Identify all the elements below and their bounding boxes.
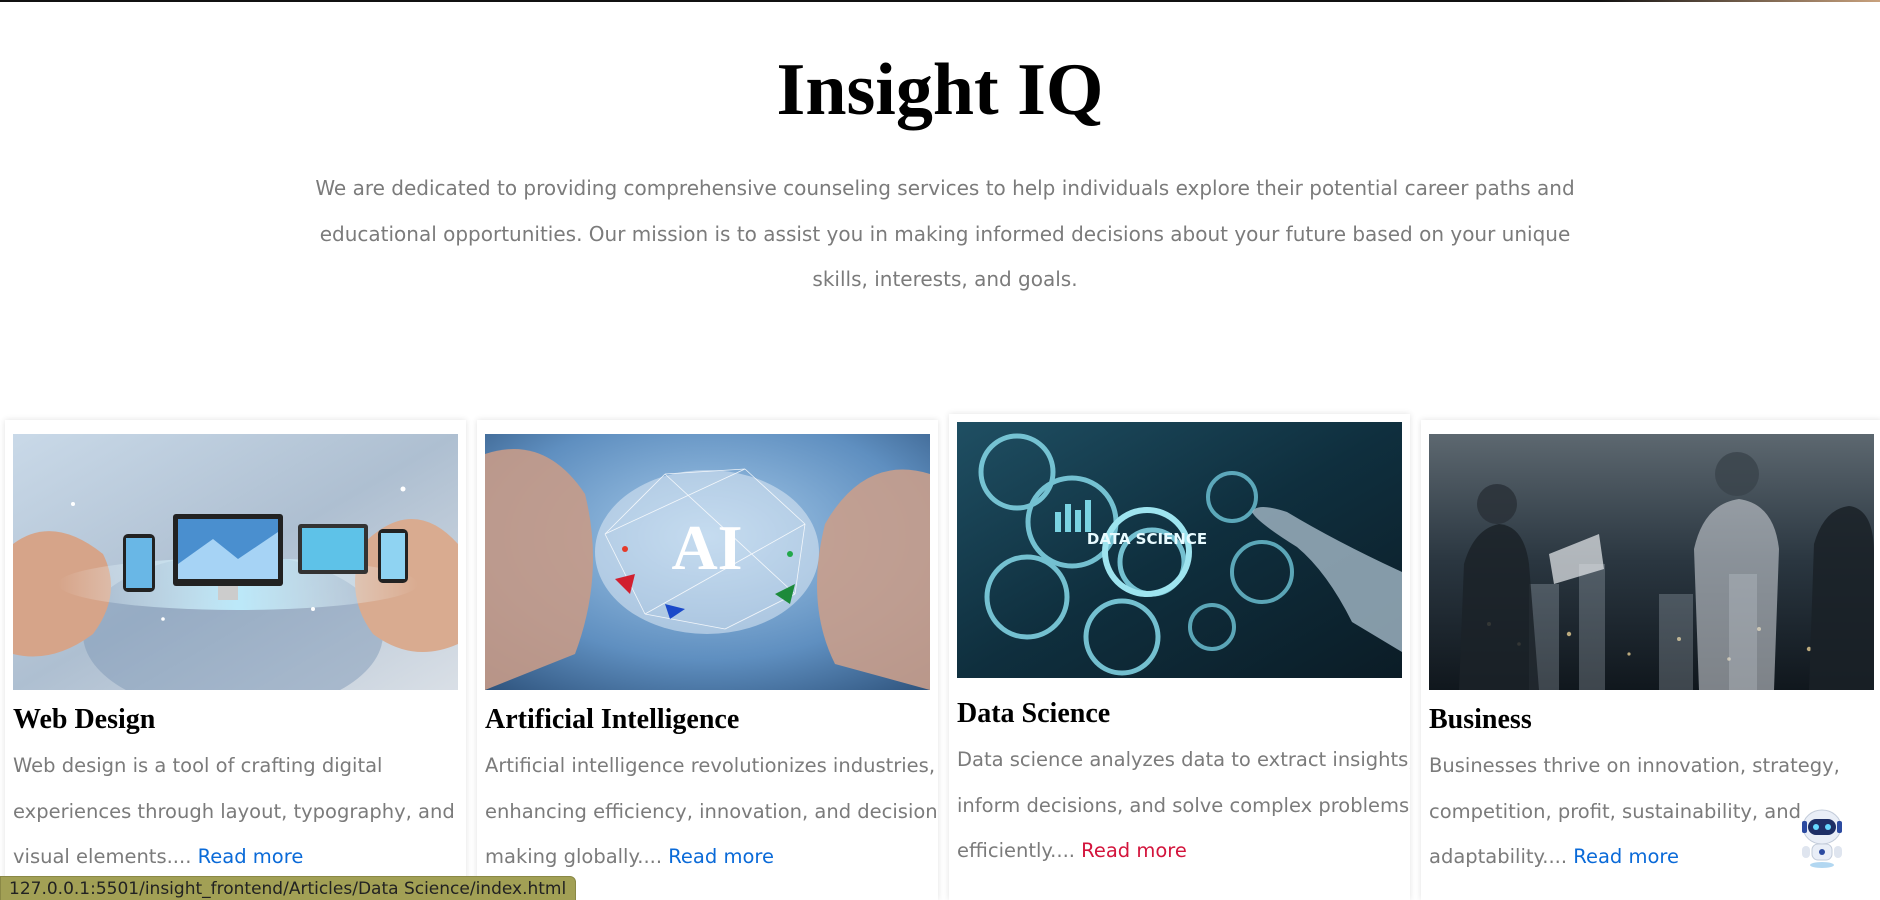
site-title: Insight IQ bbox=[776, 49, 1104, 131]
read-more-link[interactable]: Read more bbox=[1573, 845, 1679, 868]
business-image[interactable] bbox=[1429, 434, 1874, 690]
data-science-image[interactable]: DATA SCIENCE bbox=[957, 422, 1402, 678]
intro-paragraph: We are dedicated to providing comprehens… bbox=[315, 176, 1575, 291]
read-more-link[interactable]: Read more bbox=[1081, 839, 1187, 862]
ai-image-label: AI bbox=[671, 512, 742, 583]
web-design-image[interactable] bbox=[13, 434, 458, 690]
read-more-link[interactable]: Read more bbox=[668, 845, 774, 868]
browser-status-bar: 127.0.0.1:5501/insight_frontend/Articles… bbox=[0, 876, 577, 900]
card-description: Data science analyzes data to extract in… bbox=[957, 748, 1410, 862]
card-description: Web design is a tool of crafting digital… bbox=[13, 754, 455, 868]
ai-image[interactable]: AI bbox=[485, 434, 930, 690]
article-cards: Web Design Web design is a tool of craft… bbox=[0, 414, 1880, 900]
card-title: Data Science bbox=[957, 698, 1111, 729]
top-accent-bar bbox=[0, 0, 1880, 2]
card-web-design: Web Design Web design is a tool of craft… bbox=[5, 420, 466, 900]
data-science-image-label: DATA SCIENCE bbox=[1087, 530, 1207, 548]
card-title: Business bbox=[1429, 704, 1532, 735]
card-description: Artificial intelligence revolutionizes i… bbox=[485, 754, 938, 868]
card-artificial-intelligence: AI Artificial Intelligence Artificial in… bbox=[477, 420, 938, 900]
card-title: Artificial Intelligence bbox=[485, 704, 740, 735]
card-data-science: DATA SCIENCE Data Science Data science a… bbox=[949, 414, 1410, 900]
chatbot-robot-icon[interactable] bbox=[1794, 805, 1850, 869]
card-title: Web Design bbox=[13, 704, 156, 735]
read-more-link[interactable]: Read more bbox=[198, 845, 304, 868]
